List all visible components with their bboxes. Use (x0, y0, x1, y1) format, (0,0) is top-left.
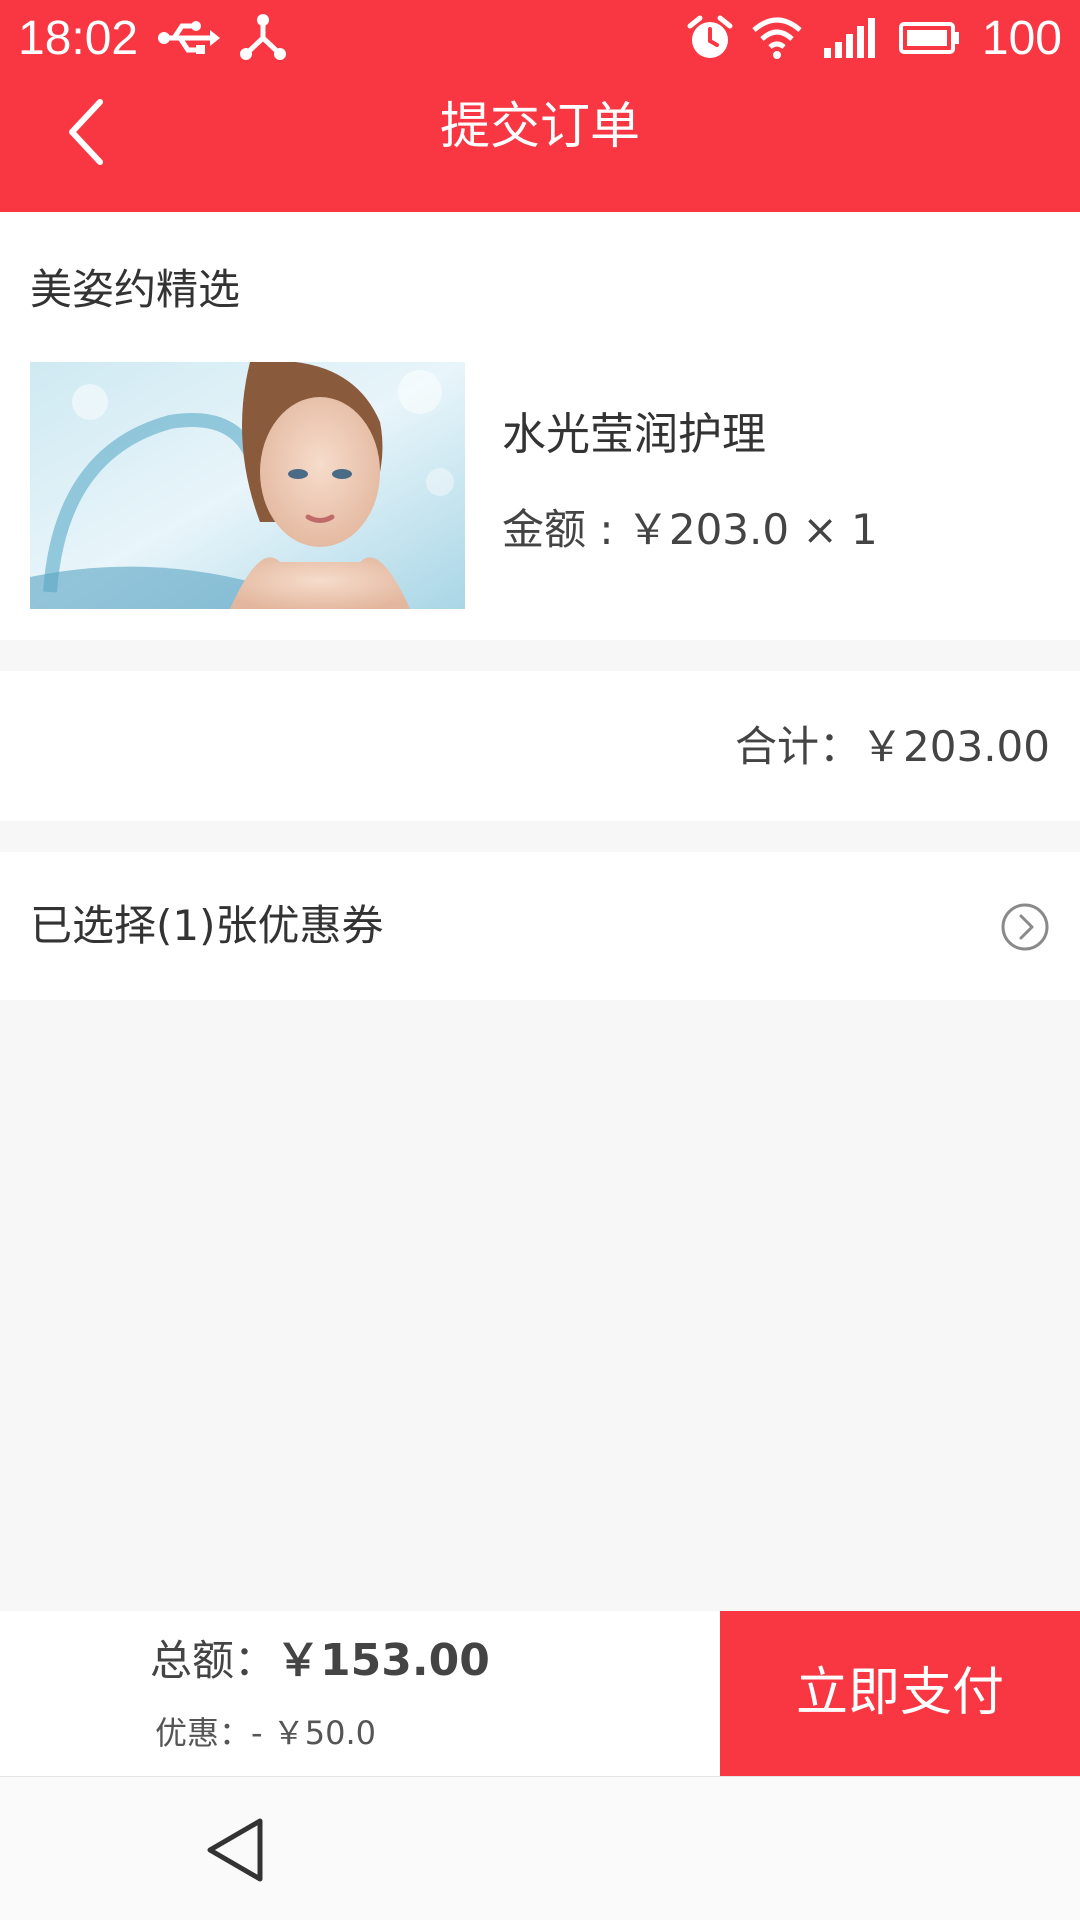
app-header: 18:02 100 提交订单 (0, 0, 1080, 212)
subtotal-text: 合计：￥203.00 (735, 722, 1050, 771)
product-image[interactable] (30, 362, 465, 609)
subtotal-row: 合计：￥203.00 (0, 671, 1080, 821)
share-icon (240, 14, 286, 60)
discount-label: 优惠： (155, 1714, 252, 1752)
product-name: 水光莹润护理 (502, 409, 766, 460)
total-amount: 总额：￥153.00 (150, 1633, 490, 1689)
alarm-icon (687, 15, 733, 58)
coupon-text: 已选择(1)张优惠券 (30, 901, 384, 950)
coupon-selector[interactable]: 已选择(1)张优惠券 (0, 852, 1080, 1000)
status-bar: 18:02 100 (0, 0, 1080, 78)
battery-percentage: 100 (981, 12, 1062, 65)
chevron-right-circle-icon (1001, 903, 1049, 951)
usb-icon (158, 21, 220, 54)
product-price: 金额 : ￥203.0 × 1 (502, 505, 878, 554)
total-label: 总额： (150, 1636, 277, 1685)
total-value: ￥153.00 (276, 1635, 490, 1686)
discount-amount: 优惠：- ￥50.0 (155, 1711, 376, 1755)
wifi-icon (752, 17, 802, 59)
battery-icon (899, 22, 959, 54)
discount-value: - ￥50.0 (251, 1714, 376, 1752)
order-item-card: 美姿约精选 水光莹润护理 金额: ￥203.0 × 1 (0, 212, 1080, 640)
status-time: 18:02 (18, 12, 139, 65)
system-nav-bar (0, 1776, 1080, 1920)
triangle-back-icon[interactable] (200, 1815, 270, 1885)
pay-now-button[interactable]: 立即支付 (720, 1611, 1080, 1776)
store-name: 美姿约精选 (30, 265, 241, 314)
signal-icon (824, 18, 875, 58)
checkout-bar: 总额：￥153.00 优惠：- ￥50.0 立即支付 (0, 1611, 1080, 1776)
page-title: 提交订单 (440, 97, 640, 155)
